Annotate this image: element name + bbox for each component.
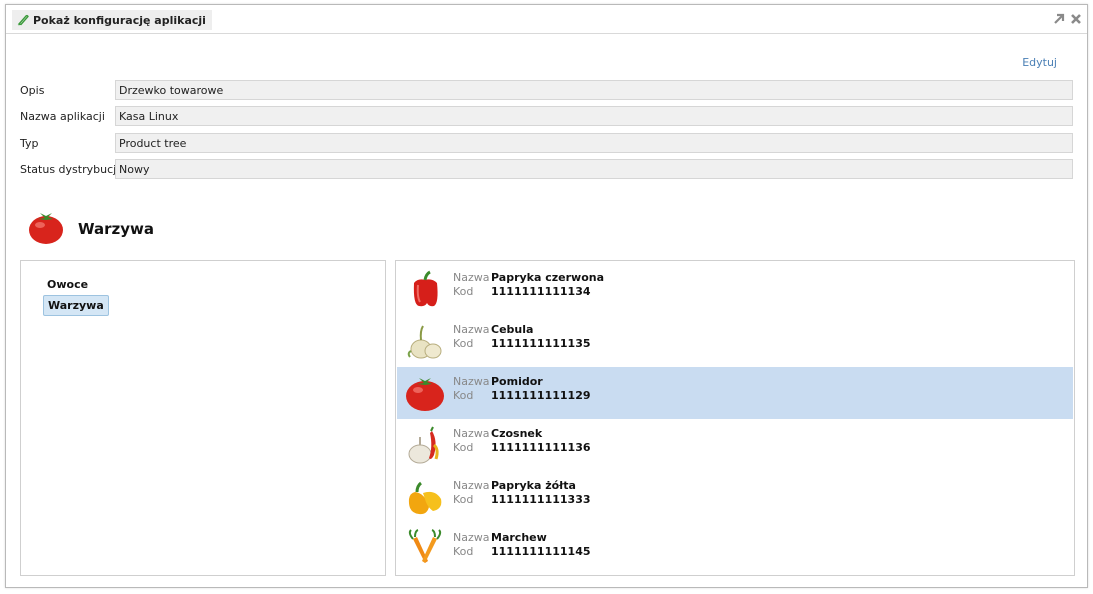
list-item[interactable]: Nazwa Papryka czerwona Kod 1111111111134 xyxy=(397,263,1073,315)
product-code: 1111111111129 xyxy=(491,389,591,402)
field-label: Status dystrybucji xyxy=(20,163,120,176)
yellow-pepper-icon xyxy=(405,477,445,517)
carrot-icon xyxy=(405,529,445,569)
tree-item-owoce[interactable]: Owoce xyxy=(43,275,92,294)
name-label: Nazwa xyxy=(453,323,490,336)
name-label: Nazwa xyxy=(453,271,490,284)
code-label: Kod xyxy=(453,389,474,402)
field-row-description: Opis Drzewko towarowe xyxy=(20,80,1073,102)
field-label: Opis xyxy=(20,84,45,97)
code-label: Kod xyxy=(453,493,474,506)
list-item[interactable]: Nazwa Czosnek Kod 1111111111136 xyxy=(397,419,1073,471)
expand-icon[interactable] xyxy=(1052,12,1066,26)
product-name: Marchew xyxy=(491,531,547,544)
product-name: Pomidor xyxy=(491,375,543,388)
product-code: 1111111111145 xyxy=(491,545,591,558)
field-row-status: Status dystrybucji Nowy xyxy=(20,159,1073,181)
code-label: Kod xyxy=(453,441,474,454)
app-name-field: Kasa Linux xyxy=(115,106,1073,126)
product-code: 1111111111136 xyxy=(491,441,591,454)
name-label: Nazwa xyxy=(453,427,490,440)
tomato-icon xyxy=(26,208,66,249)
section-header: Warzywa xyxy=(26,208,154,249)
name-label: Nazwa xyxy=(453,531,490,544)
product-name: Papryka żółta xyxy=(491,479,576,492)
field-row-type: Typ Product tree xyxy=(20,133,1073,155)
product-code: 1111111111134 xyxy=(491,285,591,298)
garlic-icon xyxy=(405,425,445,465)
description-field: Drzewko towarowe xyxy=(115,80,1073,100)
product-code: 1111111111135 xyxy=(491,337,591,350)
edit-link[interactable]: Edytuj xyxy=(1022,56,1057,69)
tomato-icon xyxy=(405,373,445,413)
category-tree: Owoce Warzywa xyxy=(20,260,386,576)
config-window: Pokaż konfigurację aplikacji Edytuj Opis… xyxy=(5,4,1088,588)
list-item[interactable]: Nazwa Cebula Kod 1111111111135 xyxy=(397,315,1073,367)
section-title: Warzywa xyxy=(78,219,155,238)
list-item[interactable]: Nazwa Marchew Kod 1111111111145 xyxy=(397,523,1073,575)
field-row-app-name: Nazwa aplikacji Kasa Linux xyxy=(20,106,1073,128)
onion-icon xyxy=(405,321,445,361)
type-field: Product tree xyxy=(115,133,1073,153)
close-icon[interactable] xyxy=(1069,12,1083,26)
product-code: 1111111111333 xyxy=(491,493,591,506)
tree-item-warzywa[interactable]: Warzywa xyxy=(43,295,109,316)
code-label: Kod xyxy=(453,545,474,558)
field-label: Typ xyxy=(20,137,39,150)
code-label: Kod xyxy=(453,337,474,350)
name-label: Nazwa xyxy=(453,375,490,388)
field-label: Nazwa aplikacji xyxy=(20,110,105,123)
list-item-selected[interactable]: Nazwa Pomidor Kod 1111111111129 xyxy=(397,367,1073,419)
product-name: Papryka czerwona xyxy=(491,271,605,284)
status-field: Nowy xyxy=(115,159,1073,179)
list-item[interactable]: Nazwa Papryka żółta Kod 1111111111333 xyxy=(397,471,1073,523)
name-label: Nazwa xyxy=(453,479,490,492)
code-label: Kod xyxy=(453,285,474,298)
window-title: Pokaż konfigurację aplikacji xyxy=(33,13,206,27)
window-title-tab: Pokaż konfigurację aplikacji xyxy=(12,10,212,30)
product-name: Cebula xyxy=(491,323,534,336)
product-list: Nazwa Papryka czerwona Kod 1111111111134… xyxy=(395,260,1075,576)
window-titlebar: Pokaż konfigurację aplikacji xyxy=(6,5,1087,34)
product-name: Czosnek xyxy=(491,427,543,440)
red-pepper-icon xyxy=(405,269,445,309)
pencil-icon xyxy=(16,13,30,27)
